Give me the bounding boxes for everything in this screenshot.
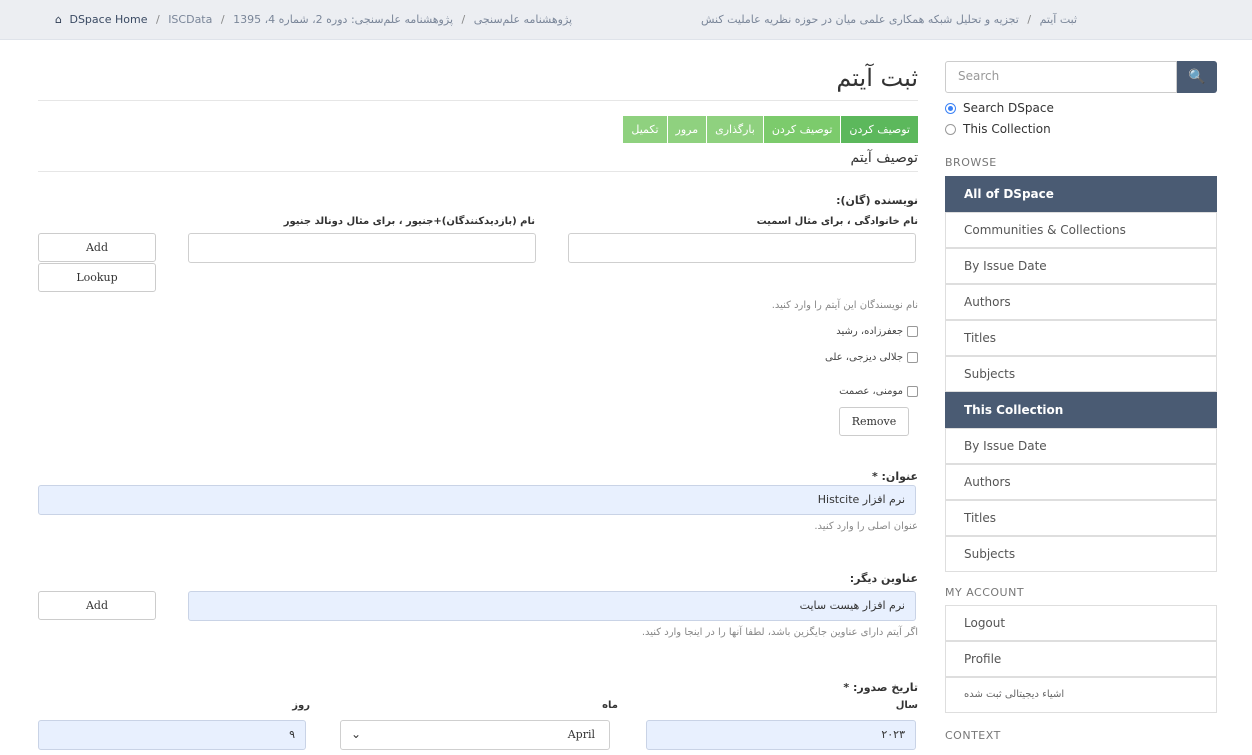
lookup-author-button[interactable]: Lookup [38, 263, 156, 292]
other-title-input[interactable]: نرم افزار هیست سایت [188, 591, 916, 621]
remove-author-button[interactable]: Remove [839, 407, 909, 436]
page-title: ثبت آیتم [836, 64, 918, 92]
month-select[interactable]: April ⌄ [340, 720, 610, 750]
sidebar-item-logout[interactable]: Logout [945, 605, 1217, 641]
author-item[interactable]: جلالی دیزجی، علی [825, 352, 918, 363]
first-name-input[interactable] [188, 233, 536, 263]
sidebar: Search 🔍 Search DSpace This Collection B… [945, 40, 1218, 755]
context-heading: CONTEXT [945, 729, 1001, 742]
other-titles-help: اگر آیتم دارای عناوین جایگزین باشد، لطفا… [641, 627, 918, 638]
sidebar-item-profile[interactable]: Profile [945, 641, 1217, 677]
chevron-down-icon: ⌄ [351, 727, 362, 741]
author-item[interactable]: مومنی، عصمت [839, 386, 918, 397]
step-describe-1[interactable]: توصیف کردن [840, 116, 918, 143]
section-title: توصیف آیتم [850, 150, 918, 166]
breadcrumb-issue-link[interactable]: پژوهشنامه علم‌سنجی: دوره 2، شماره 4، 139… [233, 13, 453, 26]
step-upload[interactable]: بارگذاری [706, 116, 763, 143]
divider [38, 100, 918, 101]
sidebar-item-by-issue-date[interactable]: By Issue Date [945, 248, 1217, 284]
search-icon: 🔍 [1188, 69, 1206, 85]
checkbox[interactable] [907, 326, 918, 337]
sidebar-item-subjects[interactable]: Subjects [945, 356, 1217, 392]
title-help: عنوان اصلی را وارد کنید. [814, 521, 918, 532]
step-complete[interactable]: تکمیل [622, 116, 667, 143]
year-input[interactable]: ۲۰۲۳ [646, 720, 916, 750]
issue-date-label: تاریخ صدور: * [843, 681, 918, 694]
my-account-heading: MY ACCOUNT [945, 586, 1025, 599]
sidebar-item-collection-authors[interactable]: Authors [945, 464, 1217, 500]
month-label: ماه [602, 700, 618, 711]
year-label: سال [895, 700, 918, 711]
browse-heading: BROWSE [945, 156, 997, 169]
other-titles-label: عناوین دیگر: [849, 572, 918, 585]
divider [38, 171, 918, 172]
radio-unchecked[interactable] [945, 123, 956, 135]
add-author-button[interactable]: Add [38, 233, 156, 262]
sidebar-item-submissions[interactable]: اشیاء دیجیتالی ثبت شده [945, 677, 1217, 713]
authors-help: نام نویسندگان این آیتم را وارد کنید. [771, 300, 918, 311]
sidebar-item-collection-by-issue-date[interactable]: By Issue Date [945, 428, 1217, 464]
day-input[interactable]: ۹ [38, 720, 306, 750]
sidebar-item-authors[interactable]: Authors [945, 284, 1217, 320]
sidebar-item-communities[interactable]: Communities & Collections [945, 212, 1217, 248]
submission-form: ثبت آیتم توصیف کردن توصیف کردن بارگذاری … [38, 40, 918, 755]
browse-this-collection-header: This Collection [945, 392, 1217, 428]
browse-all-dspace-header: All of DSpace [945, 176, 1217, 212]
home-icon[interactable]: ⌂ [55, 13, 62, 26]
scope-this-collection[interactable]: This Collection [945, 122, 1051, 136]
radio-checked[interactable] [945, 102, 956, 114]
authors-label: نویسنده (گان): [836, 194, 918, 207]
step-describe-2[interactable]: توصیف کردن [762, 116, 841, 143]
last-name-input[interactable] [568, 233, 916, 263]
day-label: روز [292, 700, 310, 711]
title-input[interactable]: نرم افزار Histcite [38, 485, 916, 515]
add-other-title-button[interactable]: Add [38, 591, 156, 620]
breadcrumb-submit-item: ثبت آیتم [1039, 13, 1077, 26]
checkbox[interactable] [907, 352, 918, 363]
search-input[interactable]: Search [945, 61, 1177, 93]
breadcrumb-home-link[interactable]: DSpace Home [69, 13, 147, 26]
breadcrumb-item-title-link[interactable]: تجزیه و تحلیل شبکه همکاری علمی میان در ح… [701, 13, 1019, 26]
breadcrumb: ⌂ DSpace Home / ISCData / پژوهشنامه علم‌… [0, 0, 1252, 40]
last-name-label: نام خانوادگی ، برای مثال اسمیت [756, 216, 918, 227]
step-review[interactable]: مرور [666, 116, 707, 143]
title-label: عنوان: * [871, 470, 918, 483]
breadcrumb-iscdata-link[interactable]: ISCData [168, 13, 212, 26]
breadcrumb-journal-link[interactable]: پژوهشنامه علم‌سنجی [474, 13, 572, 26]
author-item[interactable]: جعفرزاده، رشید [836, 326, 918, 337]
sidebar-item-titles[interactable]: Titles [945, 320, 1217, 356]
first-name-label: نام (بازدیدکنندگان)+جنیور ، برای مثال دو… [283, 216, 535, 227]
sidebar-item-collection-subjects[interactable]: Subjects [945, 536, 1217, 572]
scope-search-dspace[interactable]: Search DSpace [945, 101, 1054, 115]
checkbox[interactable] [907, 386, 918, 397]
progress-steps: توصیف کردن توصیف کردن بارگذاری مرور تکمی… [622, 116, 918, 143]
search-button[interactable]: 🔍 [1177, 61, 1217, 93]
sidebar-item-collection-titles[interactable]: Titles [945, 500, 1217, 536]
